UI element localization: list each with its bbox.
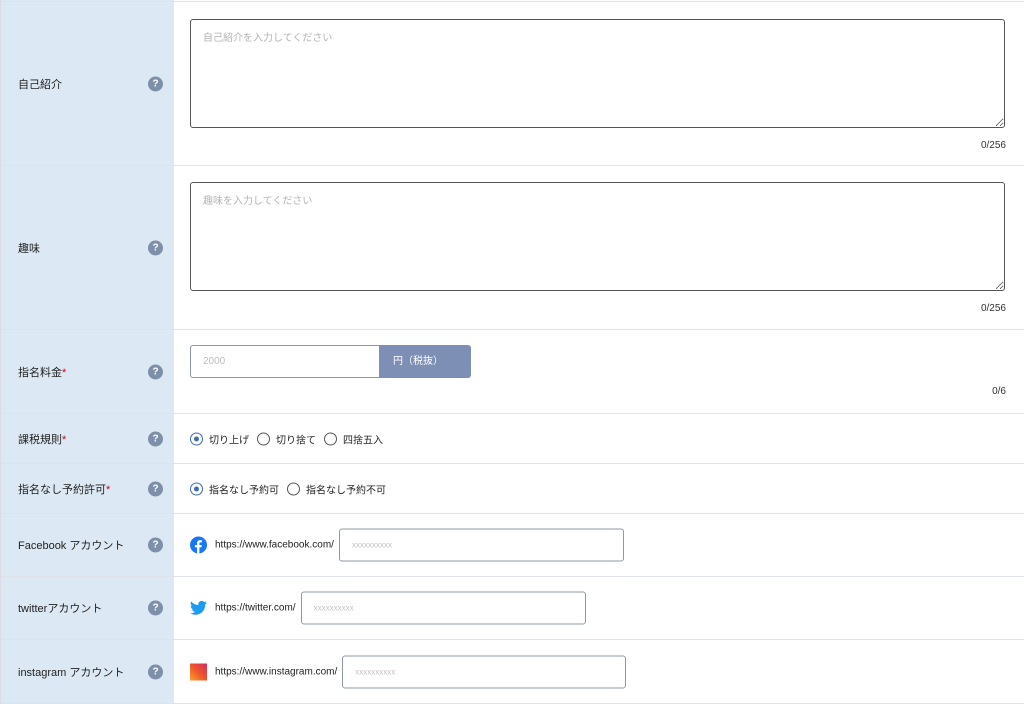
tax-rule-label: 課税規則* [18,433,67,446]
help-icon[interactable]: ? [148,76,163,91]
facebook-icon [190,536,207,554]
radio-disallow[interactable]: 指名なし予約不可 [287,481,386,496]
hobby-char-counter: 0/256 [980,303,1006,314]
fee-input-group: 円（税抜） [190,345,471,378]
label-cell: instagram アカウント ? [1,640,174,703]
twitter-url-prefix: https://twitter.com/ [215,602,296,614]
radio-round-up[interactable]: 切り上げ [190,431,249,446]
help-icon[interactable]: ? [148,664,163,679]
radio-round-half[interactable]: 四捨五入 [324,431,383,446]
radio-round-down[interactable]: 切り捨て [257,431,316,446]
help-icon[interactable]: ? [148,240,163,255]
label-cell: Facebook アカウント ? [1,514,174,576]
radio-button[interactable] [190,482,203,495]
fee-char-counter: 0/6 [992,386,1006,397]
form-row-no-nomination: 指名なし予約許可* ? 指名なし予約可 指名なし予約不可 [1,464,1024,514]
help-icon[interactable]: ? [148,600,163,616]
radio-button[interactable] [190,432,203,445]
help-icon[interactable]: ? [148,364,163,379]
help-icon[interactable]: ? [148,537,163,553]
radio-button[interactable] [287,482,300,495]
required-mark: * [106,483,111,496]
label-cell: 指名料金* ? [1,330,174,413]
form-row-twitter: twitterアカウント ? https://twitter.com/ [1,577,1024,640]
help-icon[interactable]: ? [148,431,163,446]
intro-label: 自己紹介 [18,78,62,91]
fee-unit-addon: 円（税抜） [379,345,471,378]
facebook-label: Facebook アカウント [18,540,125,552]
twitter-label: twitterアカウント [18,603,103,615]
twitter-icon [190,600,207,617]
instagram-account-input[interactable] [342,655,627,688]
facebook-url-prefix: https://www.facebook.com/ [215,539,334,551]
form-row-facebook: Facebook アカウント ? https://www.facebook.co… [1,514,1024,577]
twitter-account-input[interactable] [300,591,586,625]
profile-form: 自己紹介 ? 0/256 趣味 ? 0/256 指名料金* ? 円（税抜） [0,0,1024,704]
form-row-tax-rule: 課税規則* ? 切り上げ 切り捨て 四捨五入 [1,414,1024,464]
instagram-label: instagram アカウント [18,666,125,679]
no-nomination-label: 指名なし予約許可* [18,483,111,496]
label-cell: 自己紹介 ? [1,2,174,165]
hobby-textarea[interactable] [190,182,1005,291]
fee-input[interactable] [190,345,379,378]
hobby-label: 趣味 [18,242,40,255]
no-nomination-radio-group: 指名なし予約可 指名なし予約不可 [190,481,394,496]
label-cell: 課税規則* ? [1,414,174,463]
label-cell: twitterアカウント ? [1,577,174,639]
required-mark: * [62,366,67,379]
form-row-hobby: 趣味 ? 0/256 [1,166,1024,330]
help-icon[interactable]: ? [148,481,163,496]
radio-allow[interactable]: 指名なし予約可 [190,481,279,496]
facebook-account-input[interactable] [338,528,624,562]
form-row-intro: 自己紹介 ? 0/256 [1,2,1024,166]
fee-label: 指名料金* [18,366,67,379]
instagram-url-prefix: https://www.instagram.com/ [215,666,338,677]
intro-char-counter: 0/256 [980,140,1006,151]
form-row-fee: 指名料金* ? 円（税抜） 0/6 [1,330,1024,414]
label-cell: 指名なし予約許可* ? [1,464,174,513]
instagram-icon [190,663,207,680]
required-mark: * [62,433,67,446]
radio-button[interactable] [257,432,270,445]
label-cell: 趣味 ? [1,166,174,329]
tax-rule-radio-group: 切り上げ 切り捨て 四捨五入 [190,431,391,446]
form-row-instagram: instagram アカウント ? https://www.instagram.… [1,640,1024,704]
radio-button[interactable] [324,432,337,445]
intro-textarea[interactable] [190,19,1005,128]
